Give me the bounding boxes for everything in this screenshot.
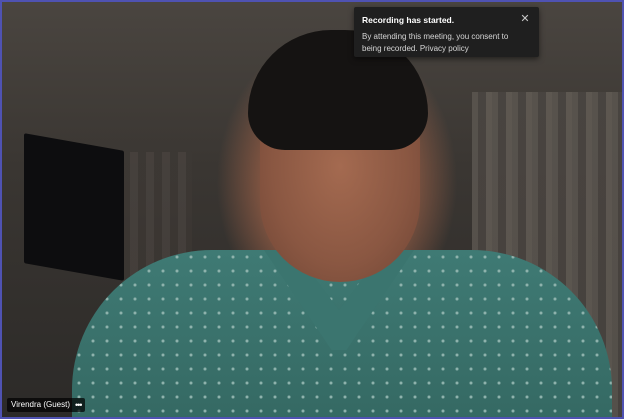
recording-notification: Recording has started. By attending this… — [354, 7, 539, 57]
participant-name: Virendra (Guest) — [11, 400, 70, 409]
more-options-icon[interactable]: ••• — [75, 398, 83, 412]
video-tile[interactable]: Recording has started. By attending this… — [0, 0, 624, 419]
background-tv — [24, 133, 124, 281]
notification-body: By attending this meeting, you consent t… — [362, 32, 509, 53]
participant-video — [2, 2, 622, 417]
close-icon[interactable]: ✕ — [519, 13, 531, 25]
participant-name-tag: Virendra (Guest) ••• — [7, 398, 86, 412]
notification-title: Recording has started. — [362, 15, 455, 25]
